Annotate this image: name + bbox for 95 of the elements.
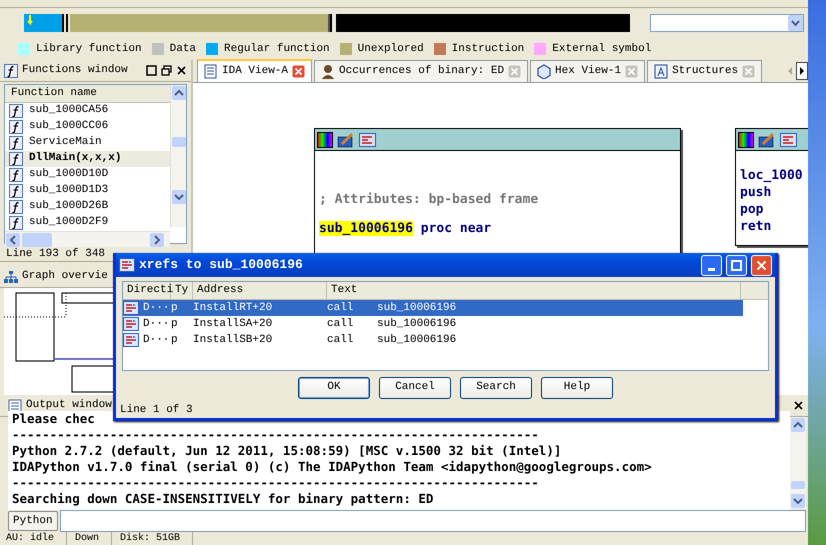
column-header[interactable]: Text <box>327 282 741 300</box>
code-comment: ; Attributes: bp-based frame <box>319 191 540 208</box>
dialog-button[interactable]: Help <box>541 376 613 398</box>
dialog-button[interactable]: OK <box>298 376 370 398</box>
close-icon[interactable] <box>793 400 804 411</box>
output-line: Searching down CASE-INSENSITIVELY for binary pattern: ED <box>12 491 434 507</box>
dialog-button[interactable]: Cancel <box>379 376 451 398</box>
pencil-icon[interactable] <box>337 132 355 148</box>
maximize-icon[interactable] <box>146 65 157 76</box>
status-text: Disk: 51GB <box>118 532 194 545</box>
output-line: Please chec <box>12 411 96 427</box>
function-icon <box>9 104 23 118</box>
hexagon-icon <box>537 64 552 79</box>
xref-row[interactable]: D···p InstallRT+20 call sub_10006196 <box>123 300 743 316</box>
function-icon <box>9 152 23 166</box>
function-list-item[interactable]: sub_1000D1D3 <box>5 182 170 198</box>
panel-title: Graph overvie <box>22 269 108 284</box>
vertical-scrollbar[interactable] <box>790 417 806 509</box>
function-label[interactable]: sub_10006196 <box>319 221 413 236</box>
line-count: Line 193 of 348 <box>6 248 106 260</box>
legend-label: Data <box>170 42 196 57</box>
dropdown-field[interactable] <box>650 14 804 32</box>
function-icon <box>9 168 23 182</box>
scroll-right-icon[interactable] <box>796 62 808 80</box>
close-button[interactable] <box>751 254 772 276</box>
xref-icon <box>119 258 135 272</box>
output-line: ---------------------------------------------------------------------- <box>12 475 540 491</box>
function-list-item[interactable]: sub_1000D10D <box>5 166 170 182</box>
xref-row[interactable]: D···p InstallSB+20 call sub_10006196 <box>123 332 743 348</box>
function-icon <box>9 120 23 134</box>
legend-label: Regular function <box>224 42 330 57</box>
function-icon <box>9 136 23 150</box>
minimize-icon <box>708 268 715 271</box>
xref-icon <box>123 317 139 332</box>
structure-icon <box>654 64 668 79</box>
color-palette-icon[interactable] <box>738 132 754 148</box>
tab[interactable]: Structures <box>647 60 762 82</box>
dialog-title: xrefs to sub_10006196 <box>139 256 303 274</box>
function-icon <box>9 216 23 230</box>
column-header[interactable]: Ty <box>171 282 193 300</box>
document-icon <box>204 64 218 79</box>
tab[interactable]: IDA View-A <box>197 59 312 82</box>
code-line: retn <box>740 218 772 235</box>
xref-row[interactable]: D···p InstallSA+20 call sub_10006196 <box>123 316 743 332</box>
function-icon <box>4 64 18 78</box>
legend-label: Library function <box>36 42 142 57</box>
tab[interactable]: Occurrences of binary: ED <box>314 60 528 82</box>
dialog-button[interactable]: Search <box>460 376 532 398</box>
xref-icon <box>123 333 139 348</box>
navigation-band-drawing[interactable] <box>24 14 630 32</box>
scrollbar-drawing[interactable] <box>171 85 187 205</box>
column-header[interactable]: Directi <box>123 282 171 300</box>
function-list-item[interactable]: sub_1000CA56 <box>5 102 170 118</box>
line-count: Line 1 of 3 <box>120 404 193 416</box>
function-icon <box>9 200 23 214</box>
python-button[interactable]: Python <box>8 511 58 531</box>
maximize-icon <box>731 260 742 271</box>
minimize-button[interactable] <box>701 254 722 276</box>
person-icon <box>321 64 336 79</box>
code-line: pop <box>740 201 764 218</box>
code-line: push <box>740 184 772 201</box>
pencil-icon[interactable] <box>758 132 776 148</box>
function-list-item[interactable]: sub_1000D2F9 <box>5 214 170 230</box>
column-header[interactable]: Address <box>193 282 327 300</box>
function-icon <box>9 184 23 198</box>
graph-icon[interactable] <box>359 132 377 148</box>
output-line: Python 2.7.2 (default, Jun 12 2011, 15:08:59) [MSC v.1500 32 bit (Intel)] <box>12 443 562 459</box>
caret-icon[interactable] <box>788 15 803 31</box>
panel-title: Functions window <box>22 63 128 78</box>
function-list-item[interactable]: ServiceMain <box>5 134 170 150</box>
color-palette-icon[interactable] <box>317 132 333 148</box>
xref-icon <box>123 301 139 316</box>
graph-icon[interactable] <box>780 132 798 148</box>
restore-icon[interactable] <box>161 65 172 76</box>
panel-title: Output window <box>26 398 112 414</box>
legend-label: External symbol <box>552 42 652 57</box>
close-icon[interactable] <box>176 65 187 76</box>
code-line: proc near <box>420 221 492 236</box>
function-list-item[interactable]: sub_1000CC06 <box>5 118 170 134</box>
close-icon <box>756 260 767 271</box>
maximize-button[interactable] <box>726 254 747 276</box>
function-list-item[interactable]: DllMain(x,x,x) <box>5 150 170 166</box>
output-line: IDAPython v1.7.0 final (serial 0) (c) The IDAPython Team <idapython@googlegroups.com> <box>12 459 653 475</box>
graph-node[interactable]: loc_1000 push pop retn <box>735 128 808 246</box>
output-line: ---------------------------------------------------------------------- <box>12 427 540 443</box>
hierarchy-icon <box>4 270 18 282</box>
code-line: loc_1000 <box>740 167 804 184</box>
tab[interactable]: Hex View-1 <box>530 60 646 82</box>
status-text: Down <box>73 532 112 545</box>
function-list-item[interactable]: sub_1000D26B <box>5 198 170 214</box>
status-text: AU: idle <box>4 532 68 545</box>
legend-label: Instruction <box>452 42 524 57</box>
vertical-scrollbar[interactable] <box>170 85 186 227</box>
command-field[interactable] <box>60 510 806 532</box>
legend-label: Unexplored <box>358 42 424 57</box>
